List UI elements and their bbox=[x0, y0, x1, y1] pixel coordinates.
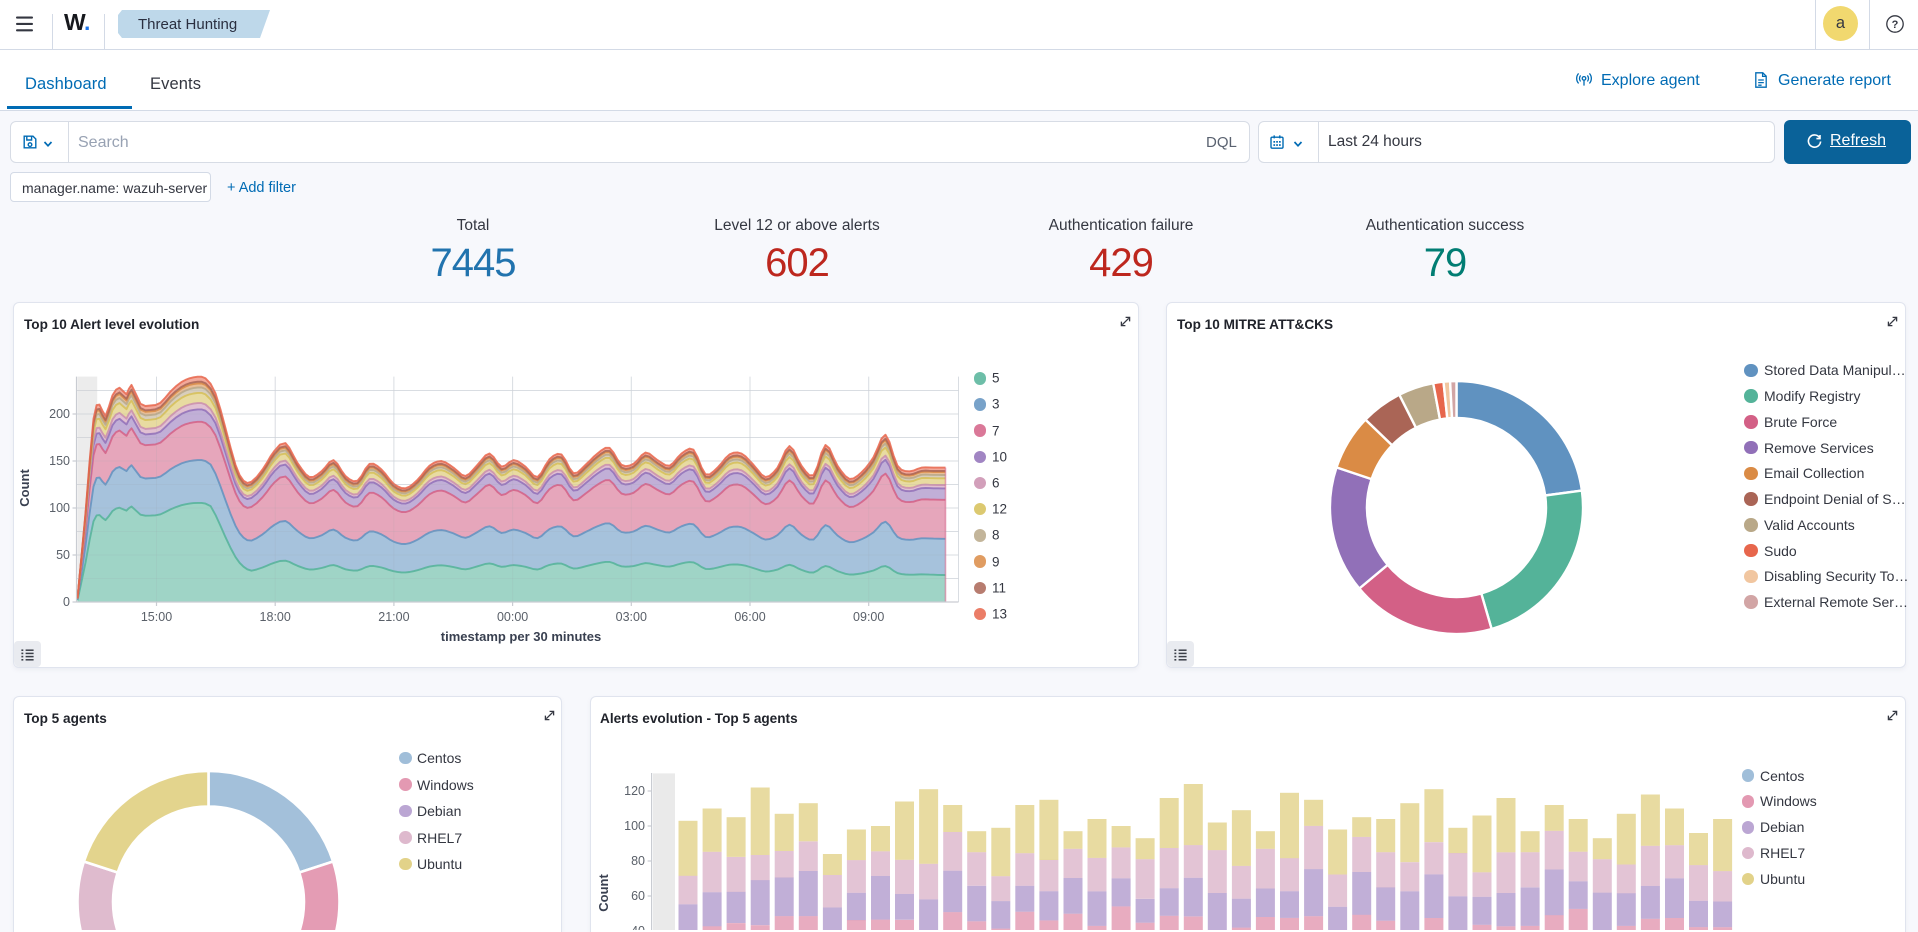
svg-text:21:00: 21:00 bbox=[378, 610, 409, 624]
svg-text:timestamp per 30 minutes: timestamp per 30 minutes bbox=[441, 629, 601, 644]
svg-text:?: ? bbox=[1892, 19, 1899, 31]
svg-text:100: 100 bbox=[49, 501, 70, 515]
svg-text:100: 100 bbox=[624, 819, 645, 833]
svg-text:Count: Count bbox=[596, 874, 611, 912]
svg-text:18:00: 18:00 bbox=[260, 610, 291, 624]
svg-text:03:00: 03:00 bbox=[616, 610, 647, 624]
svg-text:80: 80 bbox=[631, 854, 645, 868]
svg-text:00:00: 00:00 bbox=[497, 610, 528, 624]
svg-text:09:00: 09:00 bbox=[853, 610, 884, 624]
svg-text:0: 0 bbox=[63, 595, 70, 609]
svg-text:40: 40 bbox=[631, 924, 645, 930]
svg-text:120: 120 bbox=[624, 784, 645, 798]
svg-text:06:00: 06:00 bbox=[734, 610, 765, 624]
svg-text:200: 200 bbox=[49, 407, 70, 421]
svg-text:15:00: 15:00 bbox=[141, 610, 172, 624]
svg-text:60: 60 bbox=[631, 889, 645, 903]
svg-text:50: 50 bbox=[56, 548, 70, 562]
svg-text:150: 150 bbox=[49, 454, 70, 468]
svg-text:Count: Count bbox=[17, 469, 32, 507]
